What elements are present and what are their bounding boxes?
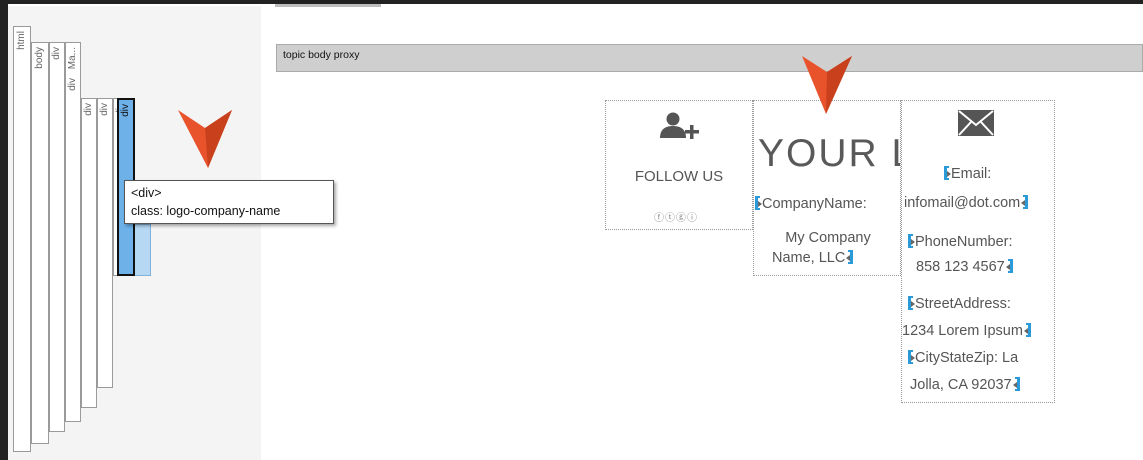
company-name-label-row[interactable]: CompanyName: bbox=[755, 196, 867, 212]
phone-label: PhoneNumber: bbox=[915, 234, 1013, 250]
top-tab-indicator bbox=[275, 4, 381, 7]
email-label: Email: bbox=[951, 166, 992, 182]
tag-close-icon[interactable] bbox=[846, 250, 854, 264]
tag-open-icon[interactable] bbox=[908, 234, 915, 248]
street-label: StreetAddress: bbox=[915, 296, 1011, 312]
tag-close-icon[interactable] bbox=[1023, 323, 1031, 337]
company-name-value-line2-row: Name, LLC bbox=[772, 250, 854, 266]
structure-col-div[interactable]: div bbox=[97, 98, 113, 388]
email-value: infomail@dot.com bbox=[904, 195, 1021, 211]
tag-close-icon[interactable] bbox=[1021, 195, 1029, 209]
email-value-row: infomail@dot.com bbox=[904, 195, 1029, 211]
logo-text-container: YOUR LOGO bbox=[758, 133, 900, 175]
tag-open-icon[interactable] bbox=[755, 196, 762, 210]
pointer-arrow-icon bbox=[178, 110, 232, 168]
city-label-row[interactable]: CityStateZip: La bbox=[908, 350, 1018, 366]
structure-col-label: body bbox=[34, 47, 45, 69]
email-label-row[interactable]: Email: bbox=[944, 166, 991, 182]
tag-close-icon[interactable] bbox=[1005, 259, 1013, 273]
company-name-value-line2: Name, LLC bbox=[772, 250, 846, 266]
tag-open-icon[interactable] bbox=[908, 296, 915, 310]
structure-col-label: div bbox=[83, 103, 94, 116]
pointer-arrow-icon bbox=[802, 56, 852, 114]
tag-open-icon[interactable] bbox=[908, 350, 915, 364]
add-user-icon bbox=[660, 112, 699, 139]
tooltip-class: class: logo-company-name bbox=[131, 204, 281, 218]
proxy-bar-label: topic body proxy bbox=[283, 49, 360, 61]
city-value-row: Jolla, CA 92037 bbox=[910, 377, 1020, 393]
logo-text: YOUR LOGO bbox=[758, 133, 900, 175]
logo-company-name-cell[interactable]: YOUR LOGO CompanyName: My Company Name, … bbox=[753, 100, 901, 276]
follow-us-cell[interactable]: FOLLOW US ⓕⓣⓖⓘ bbox=[605, 100, 753, 230]
city-label: CityStateZip: La bbox=[915, 350, 1019, 366]
follow-us-label: FOLLOW US bbox=[634, 168, 724, 185]
tag-open-icon[interactable] bbox=[944, 166, 951, 180]
tooltip-tag: <div> bbox=[131, 186, 162, 200]
structure-col-label: Ma... bbox=[67, 47, 78, 70]
structure-col-body[interactable]: body bbox=[31, 42, 49, 444]
structure-col-div[interactable]: div bbox=[65, 74, 81, 422]
phone-value-row: 858 123 4567 bbox=[916, 259, 1013, 275]
street-label-row[interactable]: StreetAddress: bbox=[908, 296, 1011, 312]
phone-value: 858 123 4567 bbox=[916, 259, 1005, 275]
structure-col-div[interactable]: div bbox=[81, 98, 97, 408]
envelope-icon bbox=[958, 110, 994, 136]
city-value: Jolla, CA 92037 bbox=[910, 377, 1012, 393]
social-icons-placeholder[interactable]: ⓕⓣⓖⓘ bbox=[654, 209, 698, 224]
window-left-border bbox=[0, 0, 8, 460]
contact-info-cell[interactable]: Email: infomail@dot.com PhoneNumber: 858… bbox=[901, 100, 1055, 403]
tag-close-icon[interactable] bbox=[1012, 377, 1020, 391]
structure-col-label: div bbox=[67, 78, 78, 91]
phone-label-row[interactable]: PhoneNumber: bbox=[908, 234, 1013, 250]
structure-col-label: html bbox=[16, 31, 27, 50]
company-name-value-line1: My Company bbox=[785, 230, 871, 246]
structure-col-label: div bbox=[120, 104, 131, 117]
street-value-row: 1234 Lorem Ipsum bbox=[902, 323, 1031, 339]
topic-body-proxy-bar[interactable]: topic body proxy bbox=[276, 44, 1143, 72]
structure-col-div[interactable]: div bbox=[49, 42, 65, 432]
structure-col-label: div bbox=[99, 103, 110, 116]
structure-col-label: div bbox=[51, 47, 62, 60]
street-value: 1234 Lorem Ipsum bbox=[902, 323, 1023, 339]
company-name-label: CompanyName: bbox=[762, 196, 867, 212]
window-top-border bbox=[8, 0, 1143, 4]
element-tooltip: <div> class: logo-company-name bbox=[124, 180, 334, 224]
structure-view-panel: html body div Ma... div div div div div bbox=[8, 6, 261, 460]
structure-col-html[interactable]: html bbox=[13, 26, 31, 452]
structure-col-selected-extension[interactable] bbox=[134, 224, 151, 276]
